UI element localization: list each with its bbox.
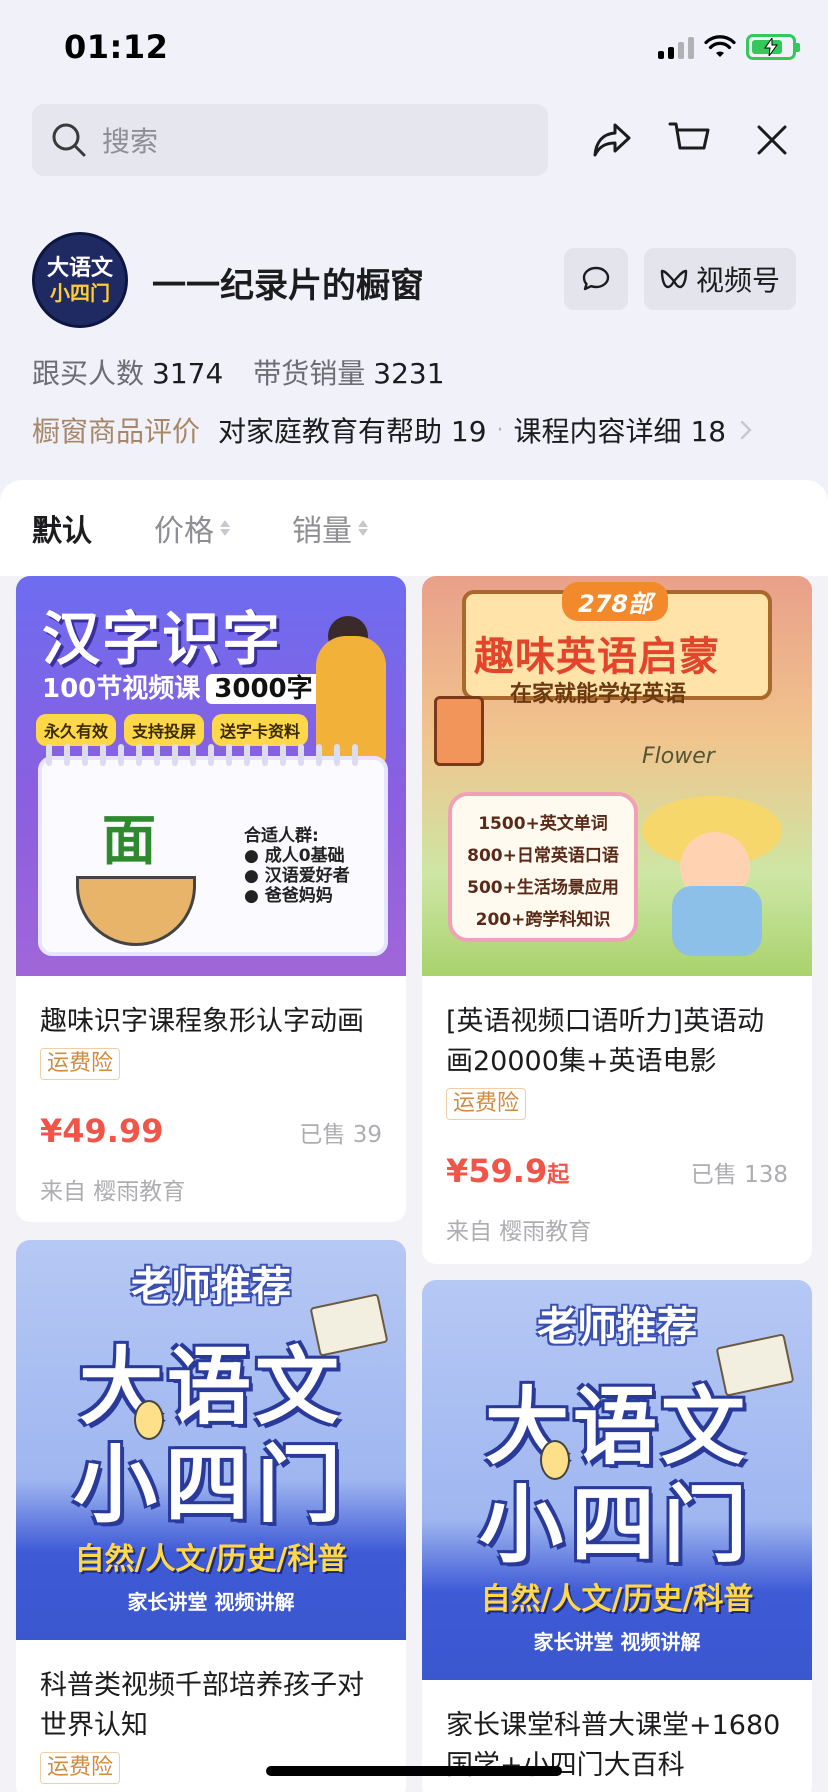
cart-icon [668,122,710,150]
image-lecture: 家长讲堂 视频讲解 [127,1590,295,1614]
illustration-book [434,696,484,766]
search-placeholder: 搜索 [102,125,159,158]
separator-dot: · [496,417,504,443]
image-subline: 在家就能学好英语 [510,682,687,707]
status-time: 01:12 [64,28,169,66]
stat-followers: 跟买人数 3174 [32,357,224,390]
product-image: 汉字识字 100节视频课 3000字 永久有效 支持投屏 送字卡资料 面 合适人群… [16,576,406,976]
sold-count: 已售 138 [690,1162,788,1188]
product-title: [英语视频口语听力]英语动画20000集+英语电影400... [446,1006,765,1077]
search-input[interactable]: 搜索 [32,104,548,176]
avatar-text-line1: 大语文 [46,255,113,281]
shipping-insurance-badge: 运费险 [40,1048,121,1080]
tab-default[interactable]: 默认 [32,506,92,550]
price-row: ¥49.99 已售 39 [16,1112,406,1150]
shop-avatar[interactable]: 大语文 小四门 [32,232,128,328]
avatar-text-line2: 小四门 [50,281,110,305]
share-icon [593,123,631,157]
product-card[interactable]: 老师推荐 大语文 小四门 自然/人文/历史/科普 家长讲堂 视频讲解 家长课堂科… [422,1280,812,1792]
product-source: 来自 樱雨教育 [446,1219,592,1245]
tab-sales[interactable]: 销量 [292,506,368,550]
video-channel-button[interactable]: 视频号 [644,248,796,310]
illustration-girl-body [672,886,762,956]
price-row: ¥59.9起 已售 138 [422,1152,812,1190]
image-audience: 合适人群: ● 成人0基础 ● 汉语爱好者 ● 爸爸妈妈 [244,826,350,906]
product-price: ¥49.99 [40,1112,164,1150]
image-feature-list: 1500+英文单词 800+日常英语口语 500+生活场景应用 200+跨学科知… [448,792,638,942]
image-character: 面 [102,809,156,872]
product-card[interactable]: 汉字识字 100节视频课 3000字 永久有效 支持投屏 送字卡资料 面 合适人群… [16,576,406,1222]
shop-name: 一一纪录片的橱窗 [152,266,424,306]
image-headline: 趣味英语启蒙 [474,634,720,680]
sort-arrows-icon [358,520,368,536]
home-indicator[interactable] [266,1766,562,1776]
sort-tabs: 默认 价格 销量 [32,506,368,550]
shipping-insurance-badge: 运费险 [446,1088,527,1120]
product-title: 趣味识字课程象形认字动画 [40,1006,364,1037]
sort-arrows-icon [220,520,230,536]
image-title-line2: 小四门 [72,1436,349,1534]
image-tag: 278部 [562,582,669,621]
chat-button[interactable] [564,248,628,310]
product-image: 278部 趣味英语启蒙 在家就能学好英语 Flower 1500+英文单词 80… [422,576,812,976]
product-card[interactable]: 老师推荐 大语文 小四门 自然/人文/历史/科普 家长讲堂 视频讲解 科普类视频… [16,1240,406,1792]
review-tag: 对家庭教育有帮助 19 [218,415,487,448]
image-lecture: 家长讲堂 视频讲解 [533,1630,701,1654]
image-subjects: 自然/人文/历史/科普 [480,1582,754,1617]
shop-stats: 跟买人数 3174 带货销量 3231 [32,352,445,392]
cellular-signal-icon [658,35,694,59]
review-tag: 课程内容详细 18 [513,415,727,448]
search-icon [52,123,86,157]
product-image: 老师推荐 大语文 小四门 自然/人文/历史/科普 家长讲堂 视频讲解 [422,1280,812,1680]
cart-button[interactable] [660,110,720,170]
reviews-label: 橱窗商品评价 [32,415,201,448]
wifi-icon [704,35,736,57]
product-title: 科普类视频千部培养孩子对世界认知 [40,1670,364,1741]
battery-charging-icon [746,34,800,60]
image-chips: 永久有效 支持投屏 送字卡资料 [36,714,309,746]
shipping-insurance-badge: 运费险 [40,1752,121,1784]
product-source: 来自 樱雨教育 [40,1179,186,1205]
close-icon [757,125,787,155]
video-channel-icon [660,269,688,289]
image-flower-label: Flower [642,744,715,769]
image-subjects: 自然/人文/历史/科普 [74,1542,348,1577]
sold-count: 已售 39 [299,1122,382,1148]
video-channel-label: 视频号 [695,264,780,297]
image-subline: 100节视频课 3000字 [42,668,321,705]
stat-sales: 带货销量 3231 [253,357,445,390]
share-button[interactable] [582,110,642,170]
image-headline: 汉字识字 [42,605,283,673]
image-title-line2: 小四门 [478,1476,755,1574]
tab-price[interactable]: 价格 [154,506,230,550]
shop-reviews[interactable]: 橱窗商品评价 对家庭教育有帮助 19 · 课程内容详细 18 [32,410,756,450]
status-bar: 01:12 [0,0,828,100]
chevron-right-icon [740,420,752,440]
status-icons [658,34,800,60]
product-card[interactable]: 278部 趣味英语启蒙 在家就能学好英语 Flower 1500+英文单词 80… [422,576,812,1264]
product-image: 老师推荐 大语文 小四门 自然/人文/历史/科普 家长讲堂 视频讲解 [16,1240,406,1640]
product-price: ¥59.9起 [446,1152,570,1190]
chat-bubble-icon [582,266,610,291]
close-button[interactable] [742,110,802,170]
illustration-rings [46,744,358,766]
